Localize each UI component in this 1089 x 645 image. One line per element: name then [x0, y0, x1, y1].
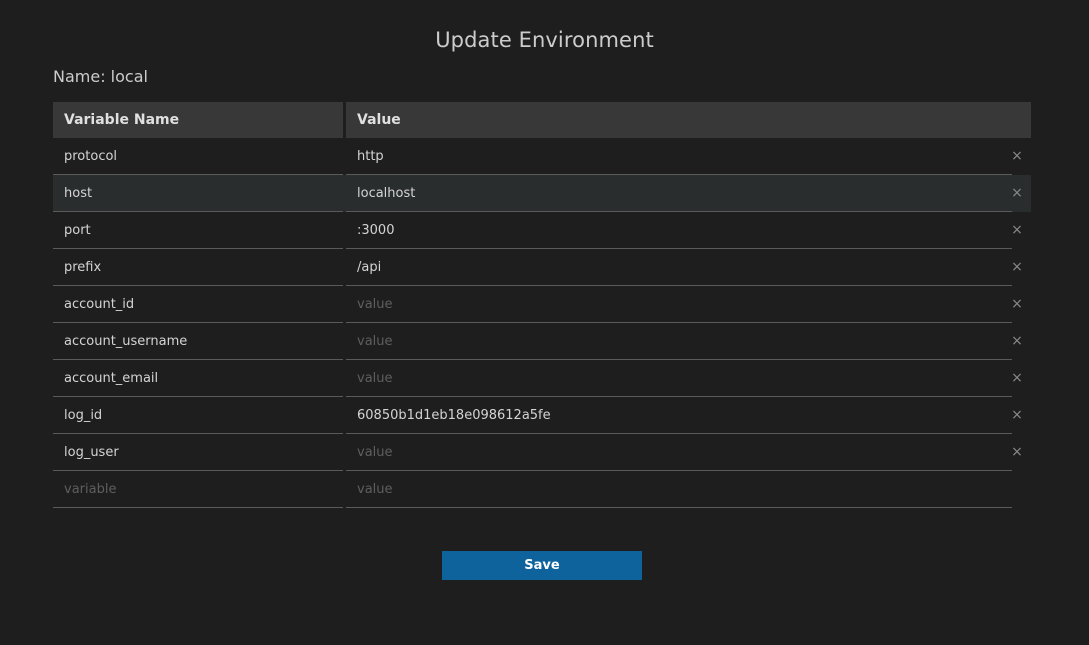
- variable-value-field[interactable]: http: [346, 138, 1012, 175]
- variable-name-field[interactable]: account_email: [53, 360, 343, 397]
- remove-variable-icon[interactable]: ×: [1010, 397, 1024, 434]
- remove-variable-icon[interactable]: ×: [1010, 323, 1024, 360]
- remove-variable-icon[interactable]: ×: [1010, 212, 1024, 249]
- variable-value-field[interactable]: 60850b1d1eb18e098612a5fe: [346, 397, 1012, 434]
- table-row: log_id 60850b1d1eb18e098612a5fe ×: [53, 397, 1031, 434]
- column-header-value: Value: [346, 102, 1031, 138]
- table-row: prefix /api ×: [53, 249, 1031, 286]
- dialog-title: Update Environment: [435, 28, 654, 52]
- column-header-variable-name: Variable Name: [53, 102, 343, 138]
- remove-variable-icon[interactable]: ×: [1010, 360, 1024, 397]
- variable-name-field[interactable]: protocol: [53, 138, 343, 175]
- variable-value-field[interactable]: localhost: [346, 175, 1012, 212]
- variable-name-field[interactable]: prefix: [53, 249, 343, 286]
- variable-name-field[interactable]: account_username: [53, 323, 343, 360]
- save-button[interactable]: Save: [442, 551, 642, 580]
- table-row: host localhost ×: [53, 175, 1031, 212]
- table-row: log_user value ×: [53, 434, 1031, 471]
- table-row: account_username value ×: [53, 323, 1031, 360]
- variable-name-field[interactable]: account_id: [53, 286, 343, 323]
- new-variable-row: variable value: [53, 471, 1031, 508]
- variable-value-field[interactable]: value: [346, 434, 1012, 471]
- variable-value-field[interactable]: value: [346, 323, 1012, 360]
- variable-name-field[interactable]: port: [53, 212, 343, 249]
- variable-name-field[interactable]: log_id: [53, 397, 343, 434]
- variables-table: Variable Name Value protocol http × host…: [53, 102, 1031, 508]
- new-variable-name-field[interactable]: variable: [53, 471, 343, 508]
- table-row: port :3000 ×: [53, 212, 1031, 249]
- remove-variable-icon[interactable]: ×: [1010, 434, 1024, 471]
- remove-variable-icon[interactable]: ×: [1010, 138, 1024, 175]
- remove-variable-icon[interactable]: ×: [1010, 249, 1024, 286]
- table-row: account_id value ×: [53, 286, 1031, 323]
- environment-name: Name: local: [53, 67, 148, 86]
- variable-name-field[interactable]: host: [53, 175, 343, 212]
- table-row: protocol http ×: [53, 138, 1031, 175]
- variable-value-field[interactable]: value: [346, 286, 1012, 323]
- variable-value-field[interactable]: value: [346, 360, 1012, 397]
- variable-value-field[interactable]: :3000: [346, 212, 1012, 249]
- variable-name-field[interactable]: log_user: [53, 434, 343, 471]
- remove-variable-icon[interactable]: ×: [1010, 286, 1024, 323]
- table-row: account_email value ×: [53, 360, 1031, 397]
- update-environment-dialog: Update Environment Name: local Variable …: [0, 0, 1089, 645]
- new-variable-value-field[interactable]: value: [346, 471, 1012, 508]
- table-header: Variable Name Value: [53, 102, 1031, 138]
- variable-value-field[interactable]: /api: [346, 249, 1012, 286]
- remove-variable-icon[interactable]: ×: [1010, 175, 1024, 212]
